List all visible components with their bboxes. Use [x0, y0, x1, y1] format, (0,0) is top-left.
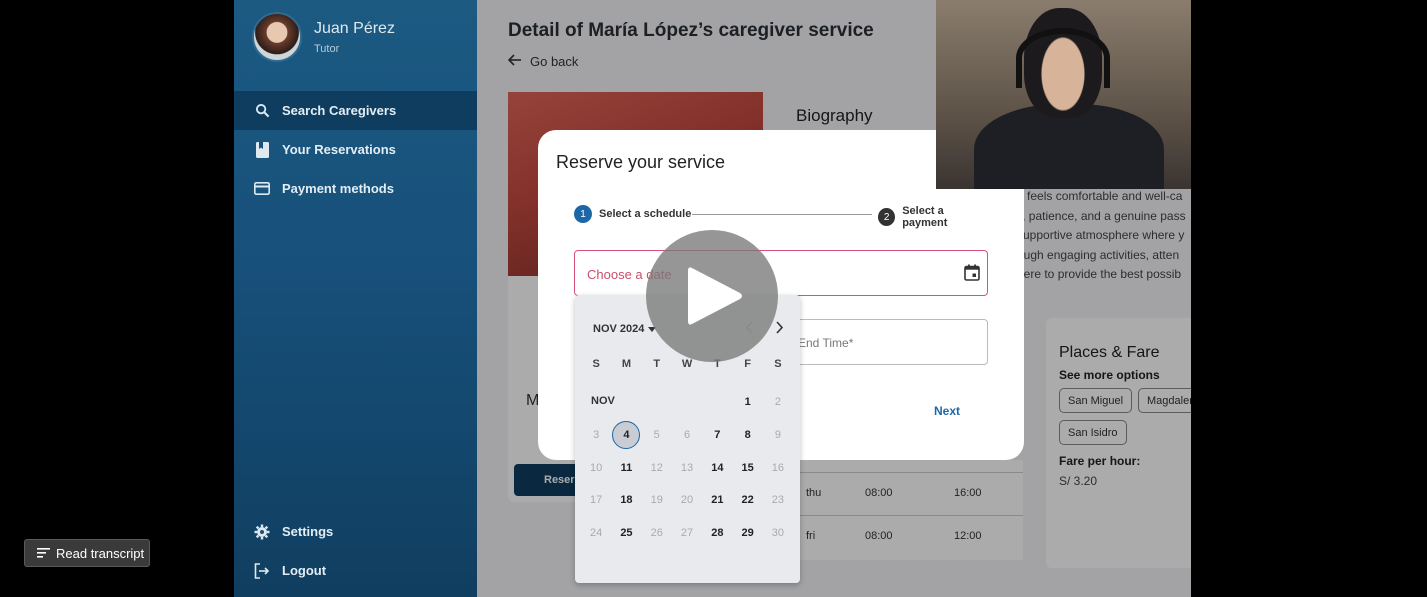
step-number: 1 [574, 205, 592, 223]
sidebar-item-settings[interactable]: Settings [234, 512, 477, 551]
calendar-day[interactable]: 21 [702, 484, 732, 517]
weekday-label: M [621, 358, 632, 370]
calendar-day[interactable]: 14 [702, 451, 732, 484]
sidebar: Juan Pérez Tutor Search Caregivers Your … [234, 0, 477, 597]
calendar-day[interactable]: 29 [732, 517, 762, 550]
calendar-day[interactable]: 15 [732, 451, 762, 484]
step-connector [692, 214, 872, 215]
calendar-day: 24 [590, 527, 603, 540]
calendar-icon[interactable] [964, 264, 980, 286]
gear-icon [254, 524, 270, 540]
dialog-title: Reserve your service [556, 152, 726, 172]
next-button[interactable]: Next [934, 404, 960, 418]
calendar-day: 27 [680, 527, 694, 540]
credit-card-icon [254, 181, 270, 197]
chevron-right-icon[interactable] [775, 321, 784, 337]
calendar-day: 9 [774, 429, 781, 442]
calendar-day[interactable]: 25 [611, 517, 641, 550]
calendar-day: 6 [683, 429, 691, 442]
calendar-day[interactable]: 8 [732, 419, 762, 452]
sidebar-item-label: Payment methods [282, 181, 394, 196]
step-select-schedule: 1 Select a schedule [574, 205, 691, 223]
headset-icon [1016, 28, 1110, 88]
calendar-day: 26 [650, 527, 663, 540]
calendar-day: 2 [774, 396, 781, 409]
transcript-icon [37, 546, 50, 561]
date-field[interactable]: Choose a date [574, 250, 988, 296]
sidebar-item-label: Your Reservations [282, 142, 396, 157]
step-label: Select a payment [902, 205, 948, 229]
calendar-day: 3 [593, 429, 600, 442]
calendar-day: 16 [771, 461, 785, 474]
step-number: 2 [878, 208, 896, 226]
calendar-day: 12 [650, 461, 663, 474]
user-role: Tutor [314, 42, 340, 55]
day-grid: 1 2 3 4 5 6 7 8 9 10 11 12 13 14 15 16 1… [581, 386, 793, 549]
step-select-payment: 2 Select a payment [878, 205, 988, 229]
user-profile: Juan Pérez Tutor [252, 12, 395, 62]
calendar-day: 10 [590, 461, 603, 474]
calendar-day: 17 [590, 494, 603, 507]
sidebar-bottom-nav: Settings Logout [234, 512, 477, 590]
calendar-day: 23 [771, 494, 785, 507]
calendar-day[interactable]: 28 [702, 517, 732, 550]
play-icon [688, 267, 742, 325]
calendar-day-selected[interactable]: 4 [611, 419, 641, 452]
video-frame[interactable]: Juan Pérez Tutor Search Caregivers Your … [234, 0, 1191, 597]
month-year-selector[interactable]: NOV 2024 [593, 323, 657, 335]
calendar-day[interactable]: 1 [732, 386, 762, 419]
calendar-day[interactable]: 11 [611, 451, 641, 484]
calendar-day[interactable]: 7 [702, 419, 732, 452]
end-time-field[interactable]: End Time* [786, 319, 988, 365]
weekday-label: F [744, 358, 751, 370]
month-year-label: NOV 2024 [593, 323, 645, 335]
stepper: 1 Select a schedule 2 Select a payment [574, 205, 988, 229]
user-name: Juan Pérez [314, 19, 395, 37]
calendar-day: 5 [653, 429, 660, 442]
step-label: Select a schedule [599, 208, 692, 220]
video-stage: Juan Pérez Tutor Search Caregivers Your … [0, 0, 1427, 597]
calendar-day: 13 [680, 461, 694, 474]
webcam-overlay [936, 0, 1191, 189]
sidebar-item-label: Search Caregivers [282, 103, 397, 118]
calendar-day: 20 [680, 494, 694, 507]
logout-icon [254, 562, 270, 579]
weekday-label: S [774, 358, 782, 370]
read-transcript-button[interactable]: Read transcript [24, 539, 150, 567]
search-icon [254, 103, 270, 119]
sidebar-item-label: Settings [282, 524, 334, 539]
weekday-header: S M T W T F S [581, 358, 791, 370]
weekday-label: S [592, 358, 600, 370]
avatar [252, 12, 302, 62]
play-button[interactable] [646, 230, 778, 362]
sidebar-item-search-caregivers[interactable]: Search Caregivers [234, 91, 477, 130]
sidebar-item-logout[interactable]: Logout [234, 551, 477, 590]
calendar-day: 19 [650, 494, 663, 507]
sidebar-item-your-reservations[interactable]: Your Reservations [234, 130, 477, 169]
calendar-day: 30 [771, 527, 785, 540]
calendar-day[interactable]: 18 [611, 484, 641, 517]
bookmark-icon [254, 141, 270, 158]
sidebar-item-label: Logout [282, 563, 327, 578]
weekday-label: T [653, 358, 661, 370]
sidebar-item-payment-methods[interactable]: Payment methods [234, 169, 477, 208]
sidebar-nav: Search Caregivers Your Reservations Paym… [234, 91, 477, 208]
calendar-day[interactable]: 22 [732, 484, 762, 517]
transcript-label: Read transcript [56, 545, 145, 561]
end-time-placeholder: End Time* [798, 336, 854, 350]
